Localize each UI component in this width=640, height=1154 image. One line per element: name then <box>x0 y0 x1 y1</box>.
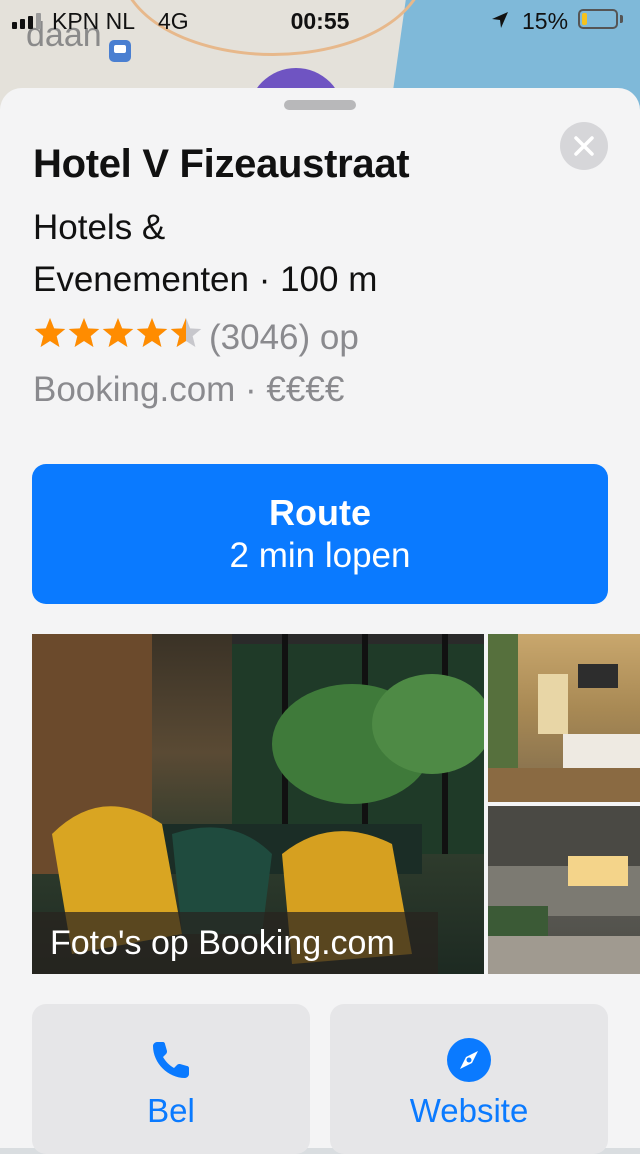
place-card: Hotel V Fizeaustraat Hotels & Evenemente… <box>0 88 640 1154</box>
sheet-grabber-handle[interactable] <box>284 100 356 110</box>
route-button[interactable]: Route 2 min lopen <box>32 464 608 604</box>
route-walk-time: 2 min lopen <box>229 536 411 575</box>
close-icon <box>574 136 594 156</box>
compass-icon <box>447 1038 491 1082</box>
photo-exterior[interactable] <box>488 806 640 974</box>
website-button[interactable]: Website <box>330 1004 608 1154</box>
place-category: Hotels & Evenementen · 100 m <box>33 202 533 306</box>
battery-percentage: 15% <box>522 8 569 34</box>
place-category-distance: Evenementen · 100 m <box>33 260 378 299</box>
photo-room-image <box>488 634 640 802</box>
rating-stars <box>34 318 202 347</box>
battery-nub <box>620 15 623 23</box>
bus-stop-icon[interactable] <box>109 40 131 62</box>
rating-row[interactable]: (3046) op Booking.com · €€€€ <box>33 310 593 416</box>
place-category-line: Hotels & <box>33 208 166 247</box>
rating-count: (3046) op <box>209 317 359 357</box>
status-bar: KPN NL 4G 00:55 15% <box>0 0 640 40</box>
star-filled <box>102 318 134 347</box>
location-arrow-icon <box>492 12 508 28</box>
photo-restaurant[interactable]: Foto's op Booking.com <box>32 634 484 974</box>
call-button[interactable]: Bel <box>32 1004 310 1154</box>
star-filled <box>136 318 168 347</box>
battery-icon <box>578 9 618 29</box>
photo-exterior-image <box>488 806 640 974</box>
call-label: Bel <box>147 1092 195 1129</box>
place-title: Hotel V Fizeaustraat <box>33 142 410 186</box>
photo-caption: Foto's op Booking.com <box>32 912 438 974</box>
route-label: Route <box>269 492 371 533</box>
battery-level <box>582 13 587 25</box>
website-label: Website <box>409 1092 529 1129</box>
star-filled <box>68 318 100 347</box>
close-button[interactable] <box>560 122 608 170</box>
photo-room[interactable] <box>488 634 640 802</box>
star-filled <box>34 318 66 347</box>
phone-icon <box>153 1042 189 1078</box>
photo-gallery[interactable]: Foto's op Booking.com <box>32 634 640 974</box>
rating-source: Booking.com · €€€€ <box>33 369 345 409</box>
